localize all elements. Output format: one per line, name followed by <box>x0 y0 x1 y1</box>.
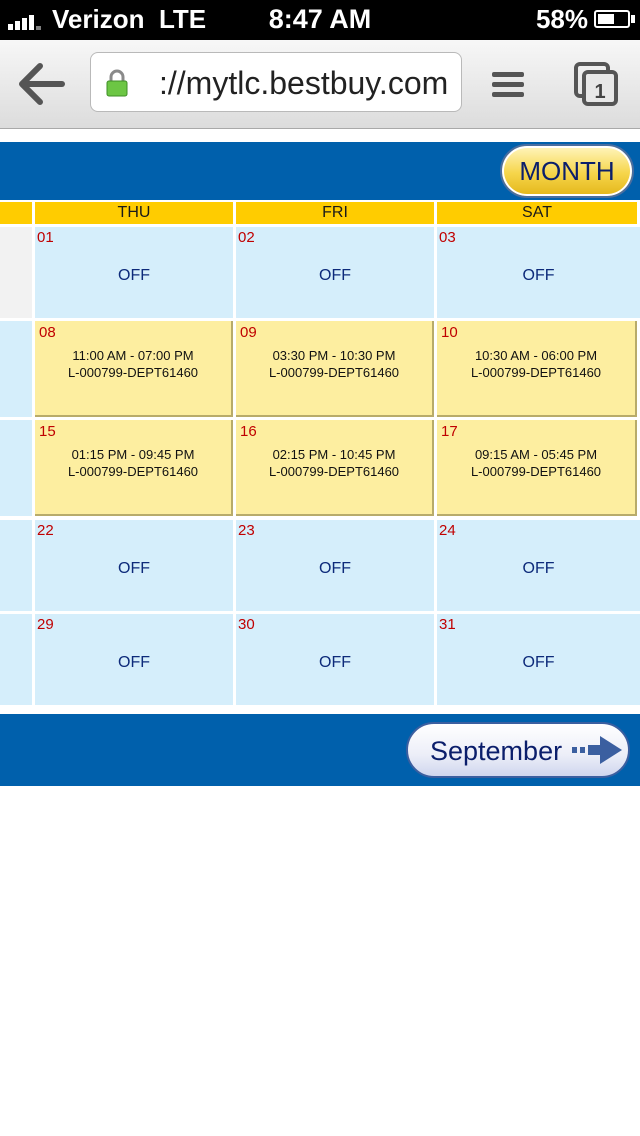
off-label: OFF <box>118 654 150 671</box>
shift-dept: L-000799-DEPT61460 <box>67 365 199 380</box>
day-number: 03 <box>439 229 456 246</box>
off-label: OFF <box>118 560 150 577</box>
day-number: 08 <box>39 324 56 341</box>
arrow-right-icon <box>572 736 622 764</box>
shift-dept: L-000799-DEPT61460 <box>470 365 602 380</box>
partial-cell <box>0 420 32 516</box>
shift-details: 10:30 AM - 06:00 PM L-000799-DEPT61460 <box>437 347 635 381</box>
shift-dept: L-000799-DEPT61460 <box>470 464 602 479</box>
day-number: 30 <box>238 616 255 633</box>
shift-details: 03:30 PM - 10:30 PM L-000799-DEPT61460 <box>236 347 432 381</box>
shift-details: 02:15 PM - 10:45 PM L-000799-DEPT61460 <box>236 446 432 480</box>
partial-cell <box>0 614 32 705</box>
off-label: OFF <box>319 654 351 671</box>
shift-time: 11:00 AM - 07:00 PM <box>72 348 194 363</box>
day-cell[interactable]: 30 OFF <box>236 614 434 705</box>
tabs-icon: 1 <box>574 62 618 106</box>
day-number: 15 <box>39 423 56 440</box>
partial-cell <box>0 227 32 318</box>
browser-toolbar: ://mytlc.bestbuy.com 1 <box>0 40 640 129</box>
day-cell[interactable]: 29 OFF <box>35 614 233 705</box>
next-month-button[interactable]: September <box>406 722 630 778</box>
day-number: 10 <box>441 324 458 341</box>
day-number: 09 <box>240 324 257 341</box>
shift-cell[interactable]: 17 09:15 AM - 05:45 PM L-000799-DEPT6146… <box>437 420 637 516</box>
tabs-button[interactable]: 1 <box>572 60 620 108</box>
hamburger-menu-icon <box>492 72 524 97</box>
shift-cell[interactable]: 16 02:15 PM - 10:45 PM L-000799-DEPT6146… <box>236 420 434 516</box>
day-cell[interactable]: 24 OFF <box>437 520 640 611</box>
off-label: OFF <box>118 267 150 284</box>
back-arrow-icon <box>19 63 65 105</box>
shift-time: 02:15 PM - 10:45 PM <box>272 447 396 462</box>
day-number: 01 <box>37 229 54 246</box>
shift-details: 01:15 PM - 09:45 PM L-000799-DEPT61460 <box>35 446 231 480</box>
url-text: ://mytlc.bestbuy.com <box>159 65 449 101</box>
shift-time: 09:15 AM - 05:45 PM <box>474 447 598 462</box>
day-cell[interactable]: 23 OFF <box>236 520 434 611</box>
address-bar[interactable]: ://mytlc.bestbuy.com <box>90 52 462 112</box>
shift-details: 09:15 AM - 05:45 PM L-000799-DEPT61460 <box>437 446 635 480</box>
shift-dept: L-000799-DEPT61460 <box>67 464 199 479</box>
calendar-header: MONTH <box>0 142 640 200</box>
battery-icon <box>594 10 630 28</box>
shift-time: 03:30 PM - 10:30 PM <box>272 348 396 363</box>
day-headers: THU FRI SAT <box>0 202 640 224</box>
shift-details: 11:00 AM - 07:00 PM L-000799-DEPT61460 <box>35 347 231 381</box>
partial-cell <box>0 520 32 611</box>
calendar-footer: September <box>0 714 640 786</box>
back-button[interactable] <box>18 62 68 106</box>
day-number: 16 <box>240 423 257 440</box>
tab-count: 1 <box>594 81 605 103</box>
menu-button[interactable] <box>488 62 528 106</box>
off-label: OFF <box>522 654 555 671</box>
day-header-sat: SAT <box>437 202 637 224</box>
lock-icon <box>106 69 128 97</box>
off-label: OFF <box>319 560 351 577</box>
day-number: 22 <box>37 522 54 539</box>
shift-cell[interactable]: 15 01:15 PM - 09:45 PM L-000799-DEPT6146… <box>35 420 233 516</box>
shift-time: 10:30 AM - 06:00 PM <box>474 348 598 363</box>
off-label: OFF <box>319 267 351 284</box>
next-month-label: September <box>430 736 563 766</box>
day-cell[interactable]: 01 OFF <box>35 227 233 318</box>
battery-percentage: 58% <box>535 4 588 34</box>
day-number: 17 <box>441 423 458 440</box>
shift-dept: L-000799-DEPT61460 <box>268 365 400 380</box>
day-header-fri: FRI <box>236 202 434 224</box>
status-bar: Verizon LTE 8:47 AM 58% <box>0 0 640 40</box>
shift-dept: L-000799-DEPT61460 <box>268 464 400 479</box>
day-number: 23 <box>238 522 255 539</box>
off-label: OFF <box>522 267 555 284</box>
shift-time: 01:15 PM - 09:45 PM <box>71 447 195 462</box>
day-number: 31 <box>439 616 456 633</box>
shift-cell[interactable]: 09 03:30 PM - 10:30 PM L-000799-DEPT6146… <box>236 321 434 417</box>
day-number: 29 <box>37 616 54 633</box>
shift-cell[interactable]: 08 11:00 AM - 07:00 PM L-000799-DEPT6146… <box>35 321 233 417</box>
day-cell[interactable]: 31 OFF <box>437 614 640 705</box>
day-number: 02 <box>238 229 255 246</box>
day-cell[interactable]: 22 OFF <box>35 520 233 611</box>
day-header-partial <box>0 202 32 224</box>
month-view-button[interactable]: MONTH <box>500 144 634 198</box>
day-cell[interactable]: 03 OFF <box>437 227 640 318</box>
day-cell[interactable]: 02 OFF <box>236 227 434 318</box>
shift-cell[interactable]: 10 10:30 AM - 06:00 PM L-000799-DEPT6146… <box>437 321 637 417</box>
off-label: OFF <box>522 560 555 577</box>
day-number: 24 <box>439 522 456 539</box>
partial-cell <box>0 321 32 417</box>
battery-tip <box>631 15 635 23</box>
day-header-thu: THU <box>35 202 233 224</box>
